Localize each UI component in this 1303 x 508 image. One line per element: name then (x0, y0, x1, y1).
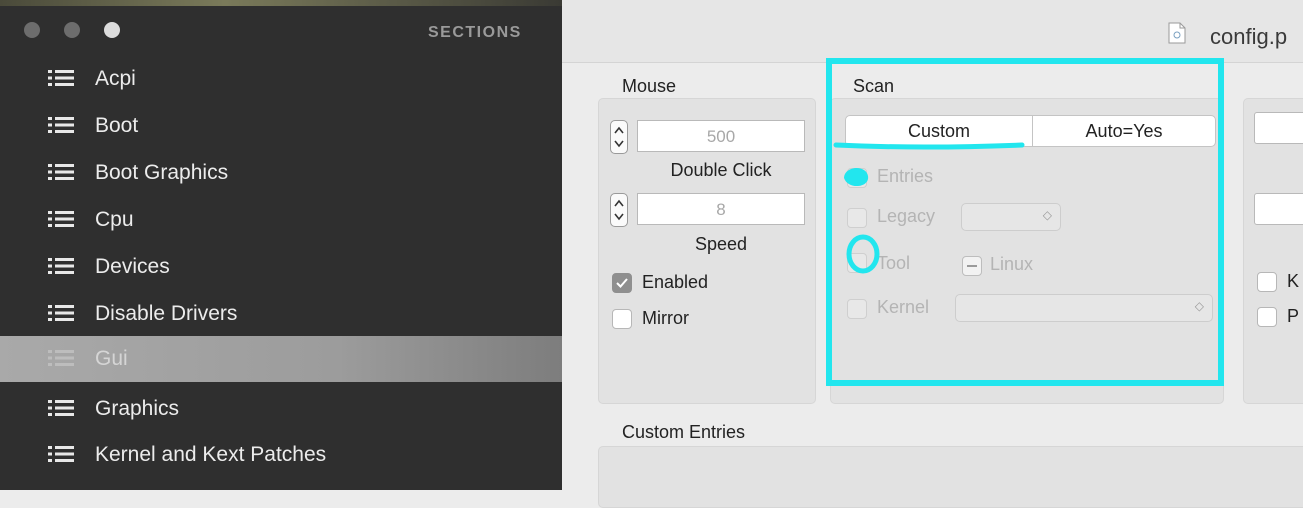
entries-label: Entries (877, 166, 934, 186)
sidebar-item-label: Gui (95, 347, 128, 370)
kernel-checkbox[interactable] (847, 299, 867, 319)
list-icon (48, 258, 74, 274)
linux-label: Linux (990, 254, 1034, 274)
mirror-label: Mirror (642, 308, 689, 328)
list-icon (48, 164, 74, 180)
list-icon (48, 350, 74, 366)
enabled-checkbox[interactable] (612, 273, 632, 293)
scan-segment-auto[interactable]: Auto=Yes (1032, 115, 1216, 147)
window-title: config.p (1210, 24, 1288, 49)
sidebar-item-label: Acpi (95, 67, 136, 90)
document-icon (1168, 22, 1186, 44)
sidebar-item-label: Devices (95, 255, 170, 278)
stepper-icon (614, 126, 624, 148)
title-bar: config.p (562, 0, 1303, 63)
list-icon (48, 400, 74, 416)
legacy-popup[interactable]: ◇ (961, 203, 1061, 231)
right-field-1[interactable] (1254, 112, 1303, 144)
custom-entries-label: Custom Entries (622, 422, 746, 442)
list-icon (48, 70, 74, 86)
p-label: P (1287, 306, 1300, 326)
sidebar-item-devices[interactable]: Devices (0, 244, 562, 288)
sidebar-item-boot-graphics[interactable]: Boot Graphics (0, 150, 562, 194)
legacy-label: Legacy (877, 206, 936, 226)
scan-group-label: Scan (853, 76, 895, 96)
minimize-window-button[interactable] (64, 22, 80, 38)
speed-field[interactable]: 8 (637, 193, 805, 225)
list-icon (48, 211, 74, 227)
sidebar-item-partial[interactable] (0, 478, 562, 490)
p-checkbox[interactable] (1257, 307, 1277, 327)
double-click-field[interactable]: 500 (637, 120, 805, 152)
sidebar-item-acpi[interactable]: Acpi (0, 56, 562, 100)
kernel-popup[interactable]: ◇ (955, 294, 1213, 322)
legacy-checkbox[interactable] (847, 208, 867, 228)
sidebar-item-label: Boot (95, 114, 139, 137)
sidebar-item-kernel-and-kext-patches[interactable]: Kernel and Kext Patches (0, 432, 562, 476)
stepper-icon (614, 199, 624, 221)
sidebar-item-disable-drivers[interactable]: Disable Drivers (0, 291, 562, 335)
sidebar-item-cpu[interactable]: Cpu (0, 197, 562, 241)
speed-stepper[interactable] (610, 193, 628, 227)
enabled-label: Enabled (642, 272, 709, 292)
sidebar-item-boot[interactable]: Boot (0, 103, 562, 147)
sidebar-item-gui[interactable]: Gui (0, 336, 562, 382)
list-icon (48, 117, 74, 133)
sidebar-item-label: Disable Drivers (95, 302, 238, 325)
list-icon (48, 446, 74, 462)
k-checkbox[interactable] (1257, 272, 1277, 292)
mirror-checkbox[interactable] (612, 309, 632, 329)
sidebar-item-label: Boot Graphics (95, 161, 229, 184)
annotation-circle (846, 234, 880, 274)
chevron-updown-icon: ◇ (1194, 299, 1204, 313)
sections-title: SECTIONS (428, 24, 522, 41)
annotation-underline (833, 142, 1025, 150)
k-label: K (1287, 271, 1300, 291)
chevron-updown-icon: ◇ (1042, 208, 1052, 222)
desktop-strip (0, 0, 562, 6)
right-field-2[interactable] (1254, 193, 1303, 225)
sidebar: SECTIONS Acpi Boot Boot Graphics Cpu Dev… (0, 0, 562, 490)
sidebar-item-label: Graphics (95, 397, 180, 420)
speed-label: Speed (694, 234, 748, 254)
double-click-stepper[interactable] (610, 120, 628, 154)
double-click-label: Double Click (670, 160, 772, 180)
checkmark-icon (616, 278, 628, 288)
sidebar-item-label: Cpu (95, 208, 134, 231)
linux-checkbox[interactable] (962, 256, 982, 276)
kernel-label: Kernel (877, 297, 930, 317)
sidebar-item-graphics[interactable]: Graphics (0, 386, 562, 430)
main-panel: config.p Mouse 500 Double Click 8 Speed … (562, 0, 1303, 508)
zoom-window-button[interactable] (104, 22, 120, 38)
close-window-button[interactable] (24, 22, 40, 38)
list-icon (48, 305, 74, 321)
annotation-dot (844, 167, 869, 187)
minus-icon (967, 265, 977, 267)
sidebar-item-label: Kernel and Kext Patches (95, 443, 327, 466)
custom-entries-group (598, 446, 1303, 508)
mouse-group-label: Mouse (622, 76, 677, 96)
